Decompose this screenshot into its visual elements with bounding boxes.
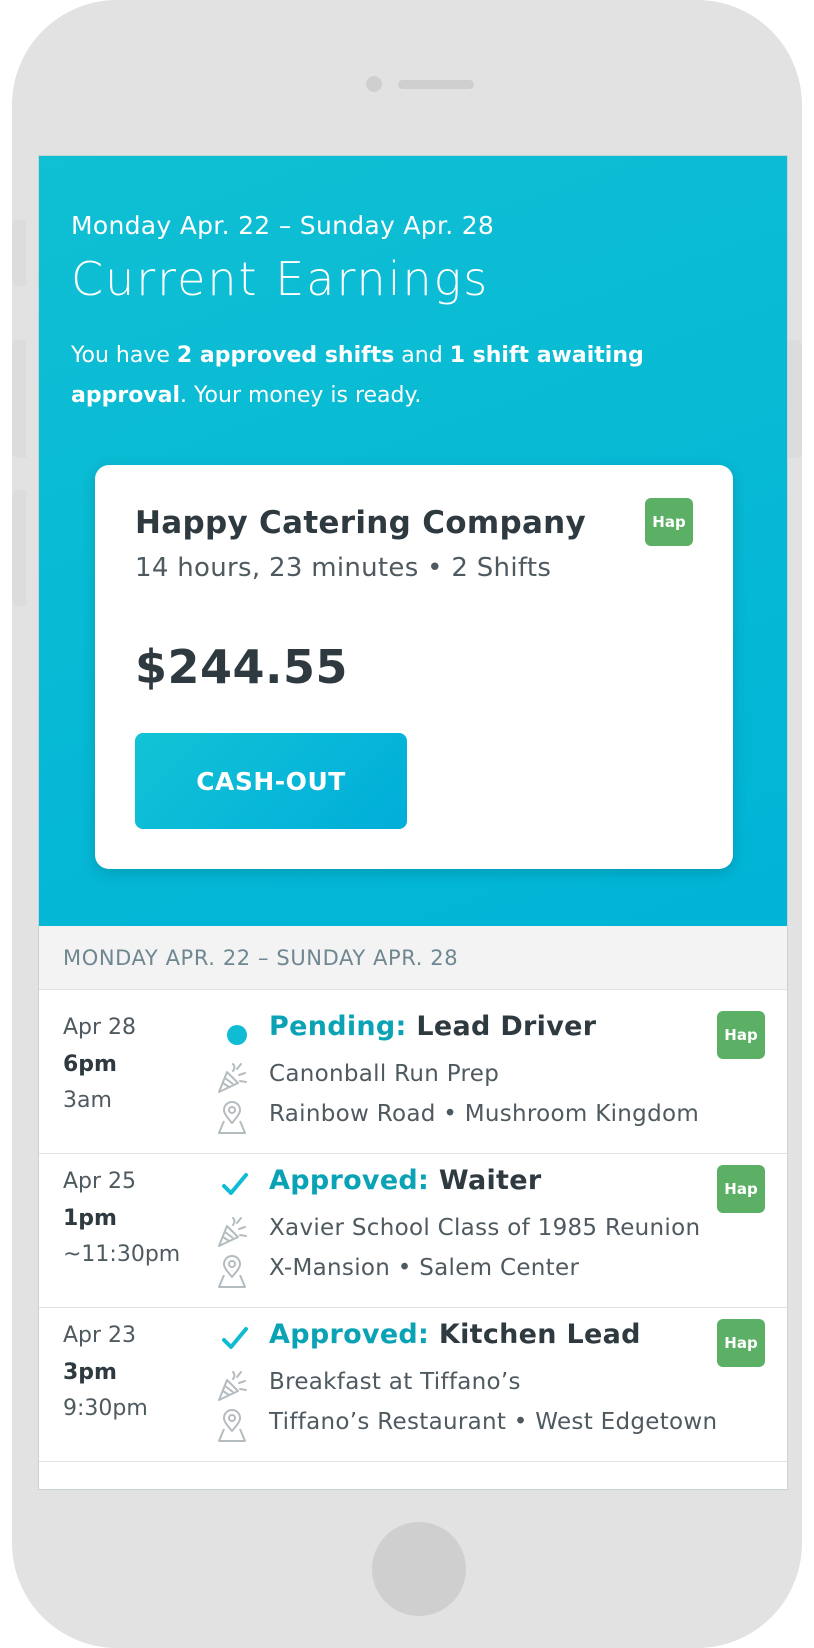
shift-role: Lead Driver	[416, 1011, 597, 1042]
earpiece-speaker	[398, 80, 474, 89]
cash-out-button[interactable]: CASH-OUT	[135, 733, 407, 829]
pending-dot-icon	[227, 1025, 247, 1045]
company-logo-badge: Hap	[717, 1011, 765, 1059]
company-badge-label: Hap	[717, 1011, 765, 1059]
shift-status: Approved:	[269, 1319, 430, 1350]
event-location: X-Mansion • Salem Center	[269, 1255, 580, 1281]
app-screen: Monday Apr. 22 – Sunday Apr. 28 Current …	[38, 155, 788, 1490]
shift-title: Pending: Lead Driver	[269, 1011, 596, 1042]
shift-end-time: 9:30pm	[63, 1396, 148, 1421]
location-pin-icon	[218, 1255, 246, 1288]
shift-title: Approved: Waiter	[269, 1165, 542, 1196]
front-camera	[366, 76, 382, 92]
shift-title: Approved: Kitchen Lead	[269, 1319, 641, 1350]
company-logo-badge: Hap	[645, 498, 693, 546]
company-badge-label: Hap	[645, 498, 693, 546]
company-logo-badge: Hap	[717, 1319, 765, 1367]
location-pin-icon	[218, 1101, 246, 1134]
shift-status: Pending:	[269, 1011, 407, 1042]
shift-date: Apr 25	[63, 1169, 137, 1194]
shift-start-time: 3pm	[63, 1360, 117, 1385]
page-title: Current Earnings	[71, 252, 490, 306]
company-earnings-card: Happy Catering Company Hap 14 hours, 23 …	[95, 465, 733, 869]
company-logo-badge: Hap	[717, 1165, 765, 1213]
shift-row[interactable]: Apr 23 3pm 9:30pm Approved: Kitchen Lead…	[39, 1299, 787, 1462]
shift-start-time: 6pm	[63, 1052, 117, 1077]
shift-date: Apr 28	[63, 1015, 137, 1040]
shift-start-time: 1pm	[63, 1206, 117, 1231]
summary-text: . Your money is ready.	[180, 383, 422, 408]
earnings-amount: $244.55	[135, 640, 349, 694]
earnings-hero: Monday Apr. 22 – Sunday Apr. 28 Current …	[39, 156, 787, 926]
shift-role: Kitchen Lead	[438, 1319, 641, 1350]
party-popper-icon	[218, 1371, 247, 1401]
event-name: Canonball Run Prep	[269, 1061, 500, 1087]
shift-end-time: ~11:30pm	[63, 1242, 181, 1267]
check-icon	[222, 1173, 248, 1195]
power-button	[788, 340, 802, 458]
summary-text: You have	[71, 343, 177, 368]
home-button[interactable]	[372, 1522, 466, 1616]
shift-list-header: MONDAY APR. 22 – SUNDAY APR. 28	[39, 926, 787, 990]
event-name: Xavier School Class of 1985 Reunion	[269, 1215, 701, 1241]
shift-role: Waiter	[438, 1165, 542, 1196]
week-range: Monday Apr. 22 – Sunday Apr. 28	[71, 211, 495, 240]
shift-row[interactable]: Apr 28 6pm 3am Pending: Lead Driver Cano…	[39, 991, 787, 1154]
event-name: Breakfast at Tiffano’s	[269, 1369, 521, 1395]
party-popper-icon	[218, 1063, 247, 1093]
event-location: Rainbow Road • Mushroom Kingdom	[269, 1101, 700, 1127]
company-badge-label: Hap	[717, 1319, 765, 1367]
location-pin-icon	[218, 1409, 246, 1442]
earnings-summary: You have 2 approved shifts and 1 shift a…	[71, 336, 761, 416]
event-location: Tiffano’s Restaurant • West Edgetown	[269, 1409, 718, 1435]
summary-text: and	[394, 343, 450, 368]
approved-count: 2 approved shifts	[176, 343, 395, 368]
shift-end-time: 3am	[63, 1088, 112, 1113]
hours-and-shifts: 14 hours, 23 minutes • 2 Shifts	[135, 553, 552, 583]
shift-row[interactable]: Apr 25 1pm ~11:30pm Approved: Waiter Xav…	[39, 1145, 787, 1308]
company-badge-label: Hap	[717, 1165, 765, 1213]
volume-down-button	[12, 490, 26, 606]
company-name: Happy Catering Company	[135, 505, 587, 541]
shift-date: Apr 23	[63, 1323, 137, 1348]
shift-status: Approved:	[269, 1165, 430, 1196]
check-icon	[222, 1327, 248, 1349]
mute-switch	[12, 220, 26, 286]
party-popper-icon	[218, 1217, 247, 1247]
volume-up-button	[12, 340, 26, 458]
